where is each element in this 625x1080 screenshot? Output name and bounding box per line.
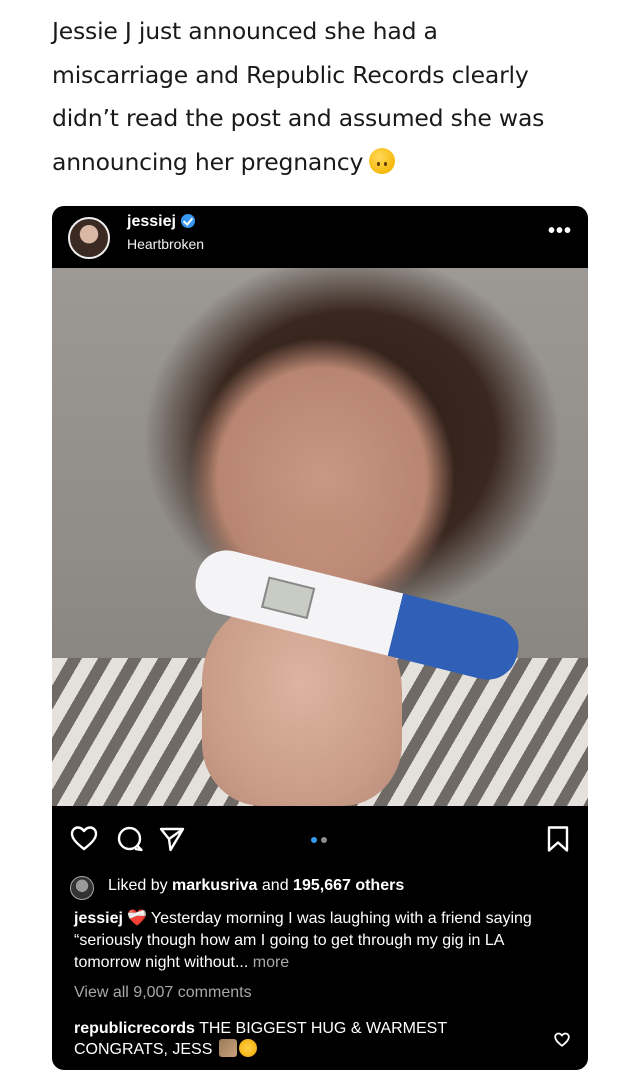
comment: republicrecords THE BIGGEST HUG & WARMES… — [74, 1018, 544, 1060]
test-window — [260, 576, 316, 620]
send-icon[interactable] — [158, 825, 186, 853]
post-photo[interactable] — [52, 268, 588, 806]
liker-username[interactable]: markusriva — [172, 877, 257, 894]
more-options-icon[interactable]: ••• — [548, 220, 572, 243]
caption-more-link[interactable]: more — [253, 954, 289, 971]
likes-middle: and — [261, 877, 289, 894]
view-comments-link[interactable]: View all 9,007 comments — [74, 984, 252, 1002]
post-header: jessiej Heartbroken ••• — [52, 206, 588, 268]
mending-heart-emoji: ❤️‍🩹 — [126, 910, 147, 927]
carousel-dot-active — [311, 837, 317, 843]
comment-like-heart-icon[interactable] — [554, 1032, 570, 1047]
hugging-people-emoji-icon — [218, 1039, 237, 1057]
likes-row[interactable]: Liked by markusriva and 195,667 others — [70, 874, 570, 900]
post-caption: jessiej ❤️‍🩹 Yesterday morning I was laugh… — [74, 908, 544, 974]
post-subtitle: Heartbroken — [127, 236, 205, 252]
bookmark-icon[interactable] — [546, 825, 570, 853]
caption-username[interactable]: jessiej — [74, 910, 123, 927]
tweet-line: didn’t read the post and assumed she was — [52, 104, 545, 132]
tweet-line: miscarriage and Republic Records clearly — [52, 60, 529, 89]
heart-icon[interactable] — [70, 825, 98, 851]
instagram-post: jessiej Heartbroken ••• Liked by markusr… — [52, 206, 588, 1070]
likes-count[interactable]: 195,667 others — [293, 877, 404, 894]
action-bar — [52, 806, 588, 868]
tweet-text: Jessie J just announced she had a miscar… — [52, 10, 597, 184]
comment-username[interactable]: republicrecords — [74, 1020, 195, 1037]
tweet-line-text: announcing her pregnancy — [52, 147, 364, 176]
carousel-dot — [321, 837, 327, 843]
comment-icon[interactable] — [116, 825, 144, 853]
tweet-line: Jessie J just announced she had a — [52, 17, 438, 45]
liker-avatar[interactable] — [70, 876, 94, 900]
hugging-face-emoji-icon — [238, 1039, 257, 1057]
verified-badge-icon — [180, 214, 195, 228]
username-text[interactable]: jessiej — [127, 213, 176, 230]
likes-prefix: Liked by — [108, 877, 168, 894]
post-username[interactable]: jessiej — [127, 213, 195, 231]
avatar[interactable] — [68, 217, 110, 259]
likes-text[interactable]: Liked by markusriva and 195,667 others — [108, 877, 404, 895]
upside-down-face-emoji-icon — [369, 147, 396, 174]
tweet-line: announcing her pregnancy — [52, 141, 597, 185]
